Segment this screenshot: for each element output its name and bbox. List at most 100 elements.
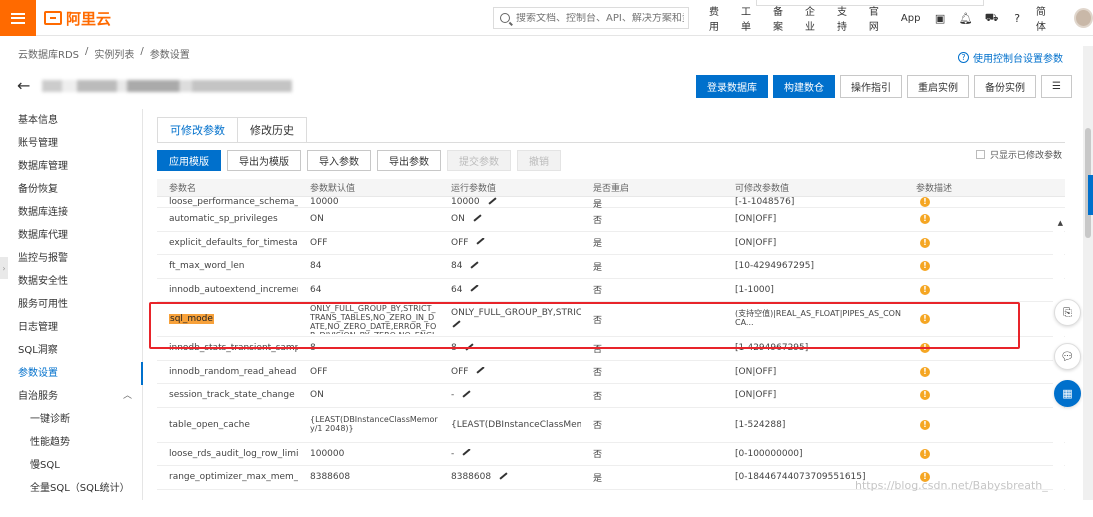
col-header: 是否重启 — [593, 184, 630, 194]
bell-icon[interactable]: 🔔︎ — [959, 11, 973, 25]
feedback-icon[interactable]: ⎘ — [1054, 299, 1081, 326]
sidebar-item-autonomy[interactable]: 自治服务 ︿ — [0, 385, 142, 408]
params-toolbar: 应用模版 导出为模版 导入参数 导出参数 提交参数 撤销 — [157, 150, 561, 171]
page-scrollbar[interactable] — [1083, 46, 1093, 500]
checkbox[interactable] — [975, 150, 985, 159]
info-icon[interactable]: ! — [920, 366, 930, 377]
logo-icon — [44, 11, 62, 25]
sidebar-item-sql-insight[interactable]: SQL洞察 — [0, 339, 142, 362]
export-template-button[interactable]: 导出为模版 — [227, 150, 301, 171]
back-arrow-icon[interactable]: ← — [17, 76, 30, 95]
nav-icp[interactable]: 备案 — [773, 3, 792, 33]
edit-icon[interactable] — [470, 284, 480, 292]
menu-icon[interactable] — [0, 0, 36, 36]
col-header: 参数描述 — [916, 184, 953, 194]
tab-modifiable-params[interactable]: 可修改参数 — [157, 117, 238, 143]
nav-app[interactable]: App — [901, 13, 921, 24]
submit-params-button[interactable]: 提交参数 — [447, 150, 511, 171]
info-icon[interactable]: ! — [920, 448, 930, 459]
sidebar-item-logs[interactable]: 日志管理 — [0, 316, 142, 339]
sidebar-item-connection[interactable]: 数据库连接 — [0, 201, 142, 224]
nav-enterprise[interactable]: 企业 — [805, 3, 824, 33]
sidebar-item-security[interactable]: 数据安全性 — [0, 270, 142, 293]
table-row: innodb_autoextend_increment 64 64 否 [1-1… — [157, 279, 1065, 302]
action-bar: 登录数据库 构建数仓 操作指引 重启实例 备份实例 ☰ — [696, 75, 1072, 98]
sidebar-item-monitoring[interactable]: 监控与报警 — [0, 247, 142, 270]
info-icon[interactable]: ! — [920, 284, 930, 295]
col-header: 可修改参数值 — [735, 184, 790, 194]
edit-icon[interactable] — [499, 472, 508, 480]
avatar[interactable] — [1073, 8, 1093, 28]
table-row: session_track_state_change ON - 否 [ON|OF… — [157, 384, 1065, 408]
info-icon[interactable]: ! — [920, 390, 930, 401]
language-switch[interactable]: 简体 — [1036, 3, 1055, 33]
search-input[interactable] — [516, 12, 684, 24]
side-panel-tab[interactable] — [1088, 175, 1093, 215]
breadcrumb-instances[interactable]: 实例列表 — [94, 46, 134, 61]
sidebar-subitem-slow-sql[interactable]: 慢SQL — [0, 454, 142, 477]
sidebar-subitem-diagnosis[interactable]: 一键诊断 — [0, 408, 142, 431]
sidebar-item-parameters[interactable]: 参数设置 — [0, 362, 143, 385]
breadcrumb-sep: / — [140, 46, 144, 57]
nav-support[interactable]: 支持 — [837, 3, 856, 33]
sidebar-item-accounts[interactable]: 账号管理 — [0, 132, 142, 155]
revoke-button[interactable]: 撤销 — [517, 150, 561, 171]
info-icon[interactable]: ! — [920, 237, 930, 248]
apps-icon[interactable]: ▦ — [1054, 380, 1081, 407]
breadcrumb-sep: / — [85, 46, 89, 57]
chat-icon[interactable]: 💬︎ — [1054, 343, 1081, 370]
aliyun-logo[interactable]: 阿里云 — [44, 8, 111, 28]
dropdown-popup — [756, 0, 984, 6]
sidebar-item-databases[interactable]: 数据库管理 — [0, 155, 142, 178]
info-icon[interactable]: ! — [920, 261, 930, 272]
nav-official[interactable]: 官网 — [869, 3, 888, 33]
nav-ticket[interactable]: 工单 — [741, 3, 760, 33]
import-params-button[interactable]: 导入参数 — [307, 150, 371, 171]
sidebar-subitem-performance[interactable]: 性能趋势 — [0, 431, 142, 454]
edit-icon[interactable] — [462, 390, 471, 398]
export-params-button[interactable]: 导出参数 — [377, 150, 441, 171]
login-database-button[interactable]: 登录数据库 — [696, 75, 768, 98]
help-icon[interactable]: ? — [1011, 11, 1024, 25]
edit-icon[interactable] — [476, 366, 486, 374]
sidebar-subitem-full-sql[interactable]: 全量SQL（SQL统计） — [0, 477, 142, 500]
watermark: https://blog.csdn.net/Babysbreath_ — [855, 479, 1048, 492]
guide-button[interactable]: 操作指引 — [840, 75, 902, 98]
more-menu-button[interactable]: ☰ — [1041, 75, 1072, 98]
col-header: 参数名 — [169, 184, 197, 194]
edit-icon[interactable] — [476, 237, 486, 245]
restart-instance-button[interactable]: 重启实例 — [907, 75, 969, 98]
sidebar-item-basic-info[interactable]: 基本信息 — [0, 109, 142, 132]
collapse-handle[interactable]: › — [0, 257, 8, 279]
breadcrumb: 云数据库RDS / 实例列表 / 参数设置 — [18, 46, 190, 61]
search-icon — [500, 13, 510, 23]
terminal-icon[interactable]: ▣ — [933, 11, 946, 25]
only-modified-checkbox[interactable]: 只显示已修改参数 — [975, 148, 1062, 161]
search-box[interactable] — [493, 7, 689, 29]
info-icon[interactable]: ! — [920, 214, 930, 225]
tab-modify-history[interactable]: 修改历史 — [237, 117, 307, 143]
sidebar-item-availability[interactable]: 服务可用性 — [0, 293, 142, 316]
edit-icon[interactable] — [462, 448, 471, 456]
cart-icon[interactable]: ⛟ — [985, 11, 999, 25]
nav-fee[interactable]: 费用 — [709, 3, 728, 33]
help-link[interactable]: ? 使用控制台设置参数 — [958, 50, 1063, 65]
sidebar-item-backup[interactable]: 备份恢复 — [0, 178, 142, 201]
edit-icon[interactable] — [488, 197, 497, 205]
table-row: automatic_sp_privileges ON ON 否 [ON|OFF]… — [157, 208, 1065, 232]
table-header: 参数名 参数默认值 运行参数值 是否重启 可修改参数值 参数描述 — [157, 179, 1065, 197]
sidebar-item-proxy[interactable]: 数据库代理 — [0, 224, 142, 247]
backup-instance-button[interactable]: 备份实例 — [974, 75, 1036, 98]
info-icon[interactable]: ! — [920, 197, 930, 207]
table-body: loose_performance_schema_digest 10000 10… — [157, 197, 1065, 517]
apply-template-button[interactable]: 应用模版 — [157, 150, 221, 171]
info-icon[interactable]: ! — [920, 419, 930, 430]
table-row: table_open_cache {LEAST(DBInstanceClassM… — [157, 408, 1065, 443]
edit-icon[interactable] — [470, 261, 480, 269]
edit-icon[interactable] — [473, 214, 482, 222]
build-warehouse-button[interactable]: 构建数仓 — [773, 75, 835, 98]
sidebar: 基本信息 账号管理 数据库管理 备份恢复 数据库连接 数据库代理 监控与报警 数… — [0, 109, 143, 500]
breadcrumb-rds[interactable]: 云数据库RDS — [18, 46, 79, 61]
scroll-up-icon[interactable]: ▲ — [1058, 219, 1063, 227]
table-row: loose_rds_audit_log_row_limit 100000 - 否… — [157, 443, 1065, 466]
